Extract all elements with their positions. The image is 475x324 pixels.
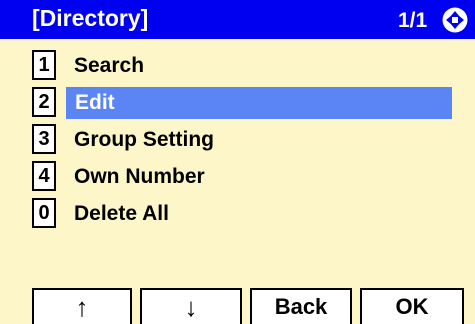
menu-item-label: Group Setting xyxy=(74,128,214,151)
menu-item-label: Delete All xyxy=(74,202,169,225)
menu-item-group-setting[interactable]: 3 Group Setting xyxy=(32,122,462,159)
menu-key-number: 0 xyxy=(32,198,56,228)
directory-menu: 1 Search 2 Edit 3 Group Setting 4 Own Nu… xyxy=(32,48,462,233)
soft-key-bar: ↑ ↓ Back OK xyxy=(32,288,464,324)
phone-screen: [Directory] 1/1 1 Search 2 Edit 3 Group … xyxy=(0,0,475,324)
menu-key-number: 2 xyxy=(32,87,56,117)
page-indicator: 1/1 xyxy=(398,9,428,32)
menu-item-label: Search xyxy=(74,54,145,77)
menu-key-number: 1 xyxy=(32,50,56,80)
menu-item-own-number[interactable]: 4 Own Number xyxy=(32,159,462,196)
up-arrow-softkey[interactable]: ↑ xyxy=(32,288,132,324)
menu-item-label: Edit xyxy=(66,87,452,119)
down-arrow-softkey[interactable]: ↓ xyxy=(140,288,242,324)
title-bar: [Directory] 1/1 xyxy=(0,0,475,39)
ok-softkey[interactable]: OK xyxy=(360,288,464,324)
screen-title: [Directory] xyxy=(32,5,149,31)
back-softkey[interactable]: Back xyxy=(250,288,352,324)
menu-key-number: 4 xyxy=(32,161,56,191)
menu-key-number: 3 xyxy=(32,124,56,154)
menu-item-label: Own Number xyxy=(74,165,205,188)
four-way-navigation-icon xyxy=(442,7,468,33)
menu-item-delete-all[interactable]: 0 Delete All xyxy=(32,196,462,233)
menu-item-search[interactable]: 1 Search xyxy=(32,48,462,85)
menu-item-edit[interactable]: 2 Edit xyxy=(32,85,462,122)
